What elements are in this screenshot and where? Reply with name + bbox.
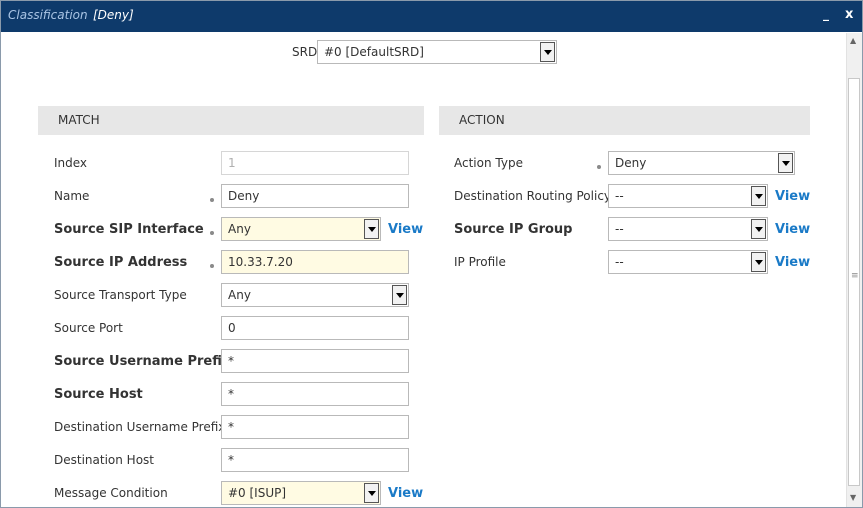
match-header-text: MATCH <box>58 113 100 127</box>
ip-profile-select[interactable]: -- <box>608 250 768 274</box>
destination-routing-policy-select[interactable]: -- <box>608 184 768 208</box>
source-host-value: * <box>228 387 234 401</box>
vertical-scrollbar[interactable]: ▲ ≡ ▼ <box>846 33 862 507</box>
scroll-up-arrow-icon[interactable]: ▲ <box>850 36 856 45</box>
bullet-icon <box>597 165 601 169</box>
grip-icon: ≡ <box>851 271 859 281</box>
source-ip-address-label: Source IP Address <box>54 255 188 270</box>
title-bar: Classification [Deny] _ x <box>1 1 862 32</box>
index-label: Index <box>54 156 88 170</box>
name-value: Deny <box>228 189 260 203</box>
chevron-down-icon[interactable] <box>364 219 379 239</box>
source-port-value: 0 <box>228 321 236 335</box>
minimize-button[interactable]: _ <box>823 7 837 23</box>
destination-username-prefix-value: * <box>228 420 234 434</box>
view-destination-routing-policy-link[interactable]: View <box>775 189 810 204</box>
source-host-field[interactable]: * <box>221 382 409 406</box>
bullet-icon <box>210 198 214 202</box>
record-name: [Deny] <box>93 8 134 22</box>
chevron-down-icon[interactable] <box>751 252 766 272</box>
chevron-down-icon[interactable] <box>751 219 766 239</box>
srd-select[interactable]: #0 [DefaultSRD] <box>317 40 557 64</box>
source-username-prefix-label: Source Username Prefix <box>54 354 231 369</box>
action-type-select[interactable]: Deny <box>608 151 795 175</box>
chevron-down-icon[interactable] <box>392 285 407 305</box>
destination-username-prefix-field[interactable]: * <box>221 415 409 439</box>
source-ip-group-value: -- <box>615 222 624 236</box>
name-label: Name <box>54 189 90 203</box>
source-ip-group-select[interactable]: -- <box>608 217 768 241</box>
action-section-header: ACTION <box>439 106 810 135</box>
source-username-prefix-value: * <box>228 354 234 368</box>
message-condition-select[interactable]: #0 [ISUP] <box>221 481 381 505</box>
scroll-down-arrow-icon[interactable]: ▼ <box>850 493 856 502</box>
view-message-condition-link[interactable]: View <box>388 486 423 501</box>
source-port-field[interactable]: 0 <box>221 316 409 340</box>
scrollbar-thumb[interactable]: ≡ <box>848 78 860 486</box>
destination-host-label: Destination Host <box>54 453 154 467</box>
source-port-label: Source Port <box>54 321 123 335</box>
chevron-down-icon[interactable] <box>778 153 793 173</box>
name-field[interactable]: Deny <box>221 184 409 208</box>
source-transport-type-select[interactable]: Any <box>221 283 409 307</box>
message-condition-label: Message Condition <box>54 486 168 500</box>
source-ip-address-field[interactable]: 10.33.7.20 <box>221 250 409 274</box>
source-transport-type-label: Source Transport Type <box>54 288 187 302</box>
chevron-down-icon[interactable] <box>540 42 555 62</box>
view-source-ip-group-link[interactable]: View <box>775 222 810 237</box>
view-source-sip-interface-link[interactable]: View <box>388 222 423 237</box>
dialog-title: Classification <box>8 8 88 22</box>
action-type-value: Deny <box>615 156 647 170</box>
source-sip-interface-select[interactable]: Any <box>221 217 381 241</box>
source-username-prefix-field[interactable]: * <box>221 349 409 373</box>
action-header-text: ACTION <box>459 113 505 127</box>
bullet-icon <box>210 231 214 235</box>
srd-value: #0 [DefaultSRD] <box>324 45 424 59</box>
destination-routing-policy-label: Destination Routing Policy <box>454 189 612 203</box>
message-condition-value: #0 [ISUP] <box>228 486 287 500</box>
bullet-icon <box>210 264 214 268</box>
index-value: 1 <box>228 156 236 170</box>
source-sip-interface-value: Any <box>228 222 251 236</box>
chevron-down-icon[interactable] <box>364 483 379 503</box>
chevron-down-icon[interactable] <box>751 186 766 206</box>
source-transport-type-value: Any <box>228 288 251 302</box>
action-type-label: Action Type <box>454 156 523 170</box>
source-ip-group-label: Source IP Group <box>454 222 573 237</box>
destination-host-field[interactable]: * <box>221 448 409 472</box>
source-ip-address-value: 10.33.7.20 <box>228 255 293 269</box>
srd-label: SRD <box>292 45 318 59</box>
source-host-label: Source Host <box>54 387 143 402</box>
classification-dialog: Classification [Deny] _ x SRD #0 [Defaul… <box>0 0 863 508</box>
view-ip-profile-link[interactable]: View <box>775 255 810 270</box>
destination-username-prefix-label: Destination Username Prefix <box>54 420 226 434</box>
destination-routing-policy-value: -- <box>615 189 624 203</box>
match-section-header: MATCH <box>38 106 424 135</box>
close-button[interactable]: x <box>845 7 859 23</box>
ip-profile-value: -- <box>615 255 624 269</box>
source-sip-interface-label: Source SIP Interface <box>54 222 204 237</box>
index-field: 1 <box>221 151 409 175</box>
ip-profile-label: IP Profile <box>454 255 506 269</box>
destination-host-value: * <box>228 453 234 467</box>
